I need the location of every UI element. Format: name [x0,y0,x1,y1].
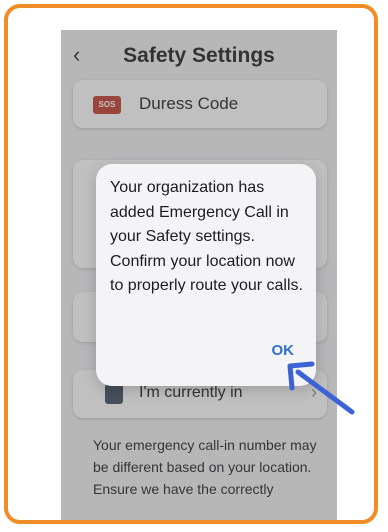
alert-dialog: Your organization has added Emergency Ca… [96,164,316,386]
highlight-frame: ‹ Safety Settings SOS Duress Code I'm cu… [4,4,378,524]
dialog-message: Your organization has added Emergency Ca… [110,179,303,294]
pointer-arrow-icon [287,361,355,415]
phone-screen: ‹ Safety Settings SOS Duress Code I'm cu… [61,30,337,520]
